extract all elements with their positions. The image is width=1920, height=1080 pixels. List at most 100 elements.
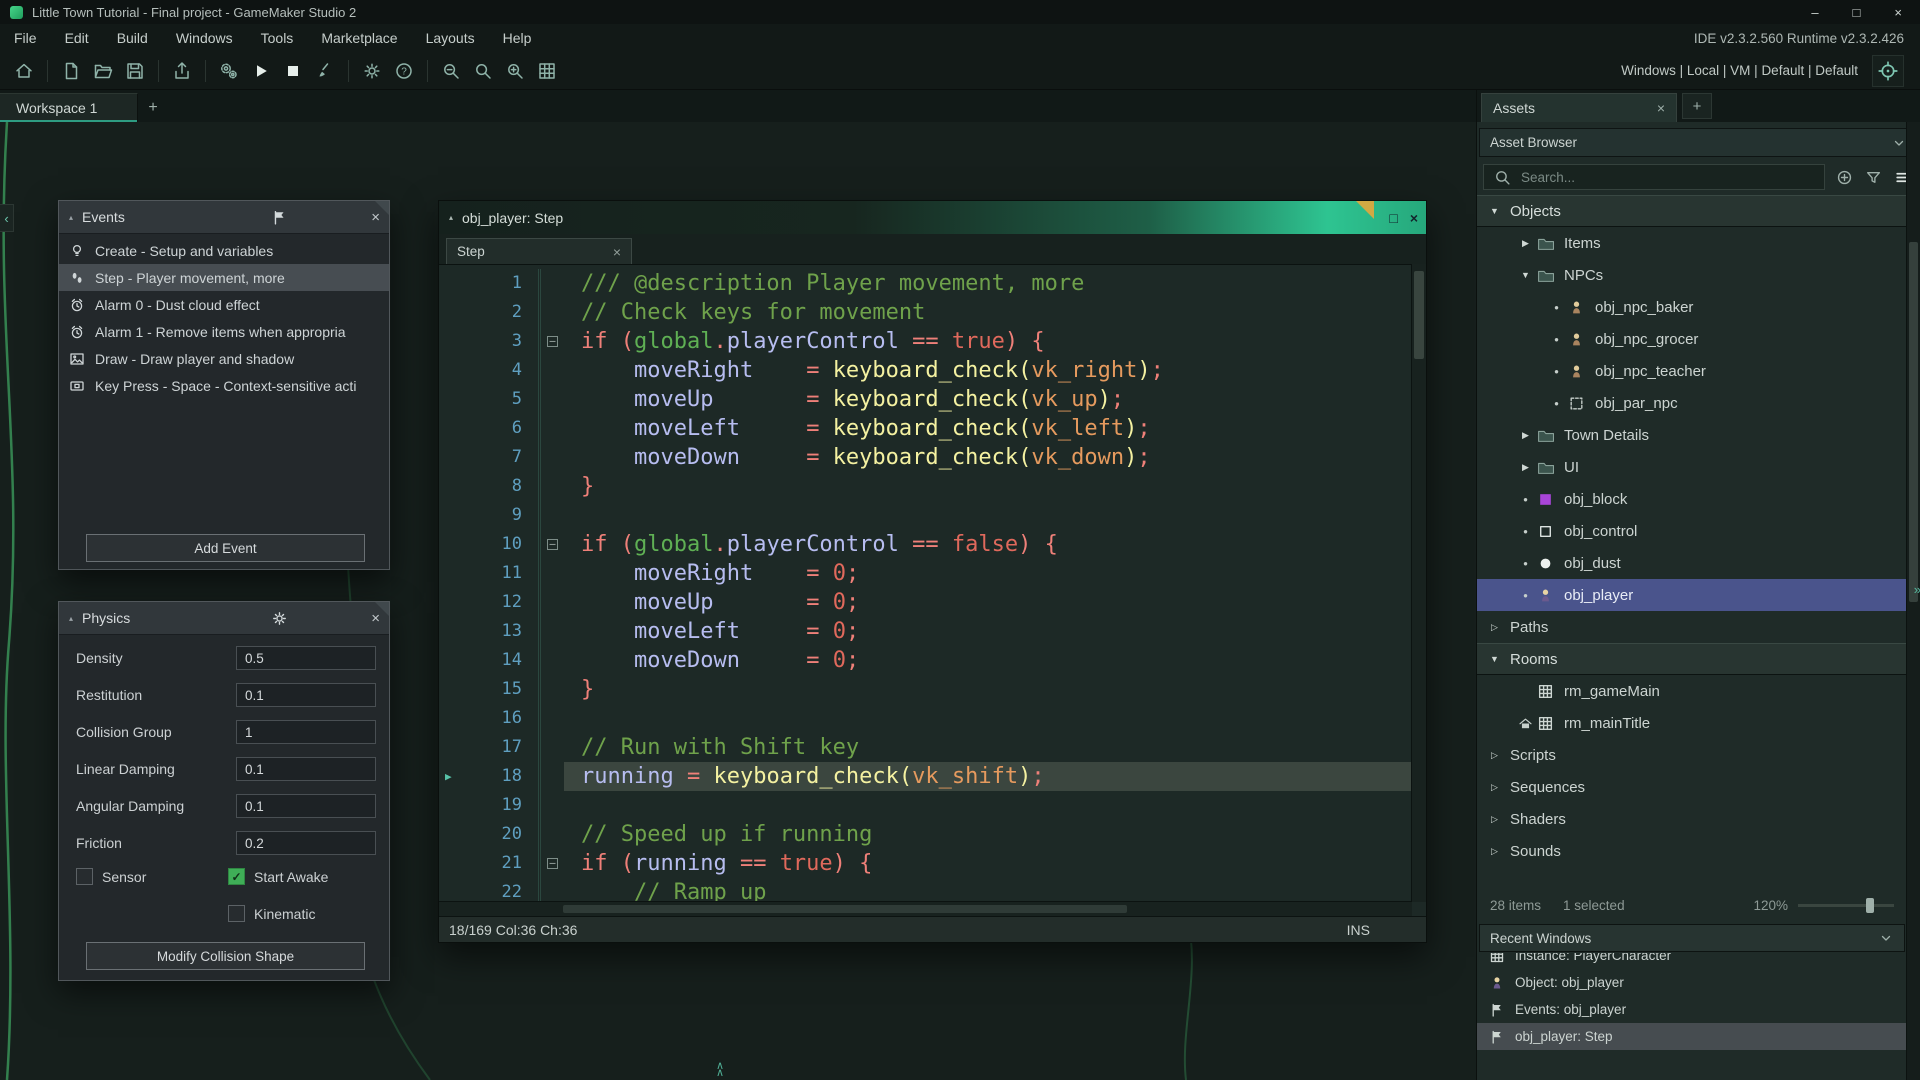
code-close-icon[interactable]: × [1410, 210, 1418, 226]
zoom-slider[interactable] [1798, 897, 1894, 913]
asset-objects[interactable]: ▼ Objects [1477, 195, 1907, 227]
code-line[interactable]: 17 // Run with Shift key [439, 733, 1412, 762]
code-line[interactable]: 11 moveRight = 0; [439, 559, 1412, 588]
menu-tools[interactable]: Tools [247, 24, 308, 52]
code-line[interactable]: 9 [439, 501, 1412, 530]
vertical-scrollbar[interactable] [1411, 264, 1426, 902]
add-workspace-tab-button[interactable]: + [138, 93, 168, 122]
code-line[interactable]: 8} [439, 472, 1412, 501]
physics-close-icon[interactable]: × [371, 602, 380, 634]
scroll-up-indicator[interactable]: ∧ ∧ [716, 1061, 724, 1079]
checkbox-box-sensor[interactable] [76, 868, 93, 885]
tab-close-icon[interactable]: × [613, 244, 621, 260]
tree-expand-icon[interactable]: ▶ [1517, 462, 1534, 473]
events-window-header[interactable]: ▴ Events × [59, 201, 389, 234]
asset-npcs[interactable]: ▼ NPCs [1477, 259, 1907, 291]
event-item-alarm[interactable]: Alarm 1 - Remove items when appropria [59, 318, 389, 345]
menu-marketplace[interactable]: Marketplace [307, 24, 411, 52]
tab-workspace-1[interactable]: Workspace 1 [0, 93, 138, 122]
checkbox-kinematic[interactable]: Kinematic [228, 905, 315, 922]
tree-expand-icon[interactable]: ▷ [1486, 750, 1503, 761]
add-event-button[interactable]: Add Event [86, 534, 365, 562]
asset-shaders[interactable]: ▷ Shaders [1477, 803, 1907, 835]
clean-icon[interactable] [309, 56, 341, 86]
code-line[interactable]: 3– if (global.playerControl == true) { [439, 327, 1412, 356]
fold-collapse-icon[interactable]: – [547, 539, 558, 550]
tree-expand-icon[interactable]: ▷ [1486, 782, 1503, 793]
event-item-create[interactable]: Create - Setup and variables [59, 237, 389, 264]
asset-obj-npc-baker[interactable]: ● obj_npc_baker [1477, 291, 1907, 323]
code-line[interactable]: 16 [439, 704, 1412, 733]
run-icon[interactable] [245, 56, 277, 86]
add-asset-icon[interactable] [1834, 167, 1854, 187]
new-project-icon[interactable] [55, 56, 87, 86]
tree-expand-icon[interactable]: ▷ [1486, 814, 1503, 825]
horizontal-scrollbar[interactable] [439, 901, 1412, 916]
code-line[interactable]: 7 moveDown = keyboard_check(vk_down); [439, 443, 1412, 472]
asset-ui[interactable]: ▶ UI [1477, 451, 1907, 483]
code-line[interactable]: 15} [439, 675, 1412, 704]
code-line[interactable]: 2 // Check keys for movement [439, 298, 1412, 327]
code-line[interactable]: 6 moveLeft = keyboard_check(vk_left); [439, 414, 1412, 443]
add-panel-tab-button[interactable]: + [1682, 93, 1712, 119]
settings-gear-icon[interactable] [356, 56, 388, 86]
filter-icon[interactable] [1863, 167, 1883, 187]
code-window-header[interactable]: ▴ obj_player: Step □ × [439, 201, 1426, 234]
recent-events-obj-player[interactable]: Events: obj_player [1477, 996, 1907, 1023]
physics-input-friction[interactable] [236, 831, 376, 855]
tree-expand-icon[interactable]: ▼ [1486, 206, 1503, 216]
menu-help[interactable]: Help [489, 24, 546, 52]
event-item-draw[interactable]: Draw - Draw player and shadow [59, 345, 389, 372]
target-icon[interactable] [1872, 54, 1904, 87]
event-item-alarm[interactable]: Alarm 0 - Dust cloud effect [59, 291, 389, 318]
collapse-left-panel-button[interactable]: ‹ [0, 204, 14, 232]
recent-instance-playercharacter[interactable]: Instance: PlayerCharacter [1477, 953, 1907, 969]
code-line[interactable]: 22 // Ramp up [439, 878, 1412, 902]
code-line[interactable]: 1 /// @description Player movement, more [439, 269, 1412, 298]
tree-expand-icon[interactable]: ▷ [1486, 846, 1503, 857]
physics-window-header[interactable]: ▴ Physics × [59, 602, 389, 635]
events-close-icon[interactable]: × [371, 201, 380, 233]
asset-obj-npc-grocer[interactable]: ● obj_npc_grocer [1477, 323, 1907, 355]
code-line[interactable]: 13 moveLeft = 0; [439, 617, 1412, 646]
asset-paths[interactable]: ▷ Paths [1477, 611, 1907, 643]
physics-input-restitution[interactable] [236, 683, 376, 707]
code-line[interactable]: 12 moveUp = 0; [439, 588, 1412, 617]
zoom-out-icon[interactable] [435, 56, 467, 86]
code-line[interactable]: 18 running = keyboard_check(vk_shift); ▶ [439, 762, 1412, 791]
export-icon[interactable] [166, 56, 198, 86]
modify-collision-shape-button[interactable]: Modify Collision Shape [86, 942, 365, 970]
menu-edit[interactable]: Edit [51, 24, 103, 52]
build-target-text[interactable]: Windows | Local | VM | Default | Default [1621, 63, 1858, 78]
asset-rooms[interactable]: ▼ Rooms [1477, 643, 1907, 675]
physics-input-angular-damping[interactable] [236, 794, 376, 818]
asset-obj-par-npc[interactable]: ● obj_par_npc [1477, 387, 1907, 419]
physics-input-linear-damping[interactable] [236, 757, 376, 781]
menu-windows[interactable]: Windows [162, 24, 247, 52]
asset-obj-npc-teacher[interactable]: ● obj_npc_teacher [1477, 355, 1907, 387]
fold-collapse-icon[interactable]: – [547, 858, 558, 869]
menu-build[interactable]: Build [103, 24, 162, 52]
home-icon[interactable] [8, 56, 40, 86]
stop-icon[interactable] [277, 56, 309, 86]
asset-obj-dust[interactable]: ● obj_dust [1477, 547, 1907, 579]
zoom-in-icon[interactable] [499, 56, 531, 86]
tree-expand-icon[interactable]: ▼ [1486, 654, 1503, 664]
tab-assets[interactable]: Assets × [1481, 93, 1677, 122]
code-maximize-icon[interactable]: □ [1389, 210, 1397, 226]
fold-collapse-icon[interactable]: – [547, 336, 558, 347]
close-button[interactable]: × [1894, 5, 1902, 20]
tree-expand-icon[interactable]: ▶ [1517, 430, 1534, 441]
tree-expand-icon[interactable]: ▷ [1486, 622, 1503, 633]
zoom-slider-thumb[interactable] [1866, 897, 1874, 913]
asset-sequences[interactable]: ▷ Sequences [1477, 771, 1907, 803]
code-line[interactable]: 4 moveRight = keyboard_check(vk_right); [439, 356, 1412, 385]
room-editor-icon[interactable] [531, 56, 563, 86]
checkbox-sensor[interactable]: Sensor [76, 868, 146, 885]
checkbox-box-kinematic[interactable] [228, 905, 245, 922]
menu-layouts[interactable]: Layouts [412, 24, 489, 52]
asset-rm-gamemain[interactable]: rm_gameMain [1477, 675, 1907, 707]
physics-input-density[interactable] [236, 646, 376, 670]
menu-file[interactable]: File [0, 24, 51, 52]
assets-scrollbar[interactable] [1906, 122, 1920, 1080]
